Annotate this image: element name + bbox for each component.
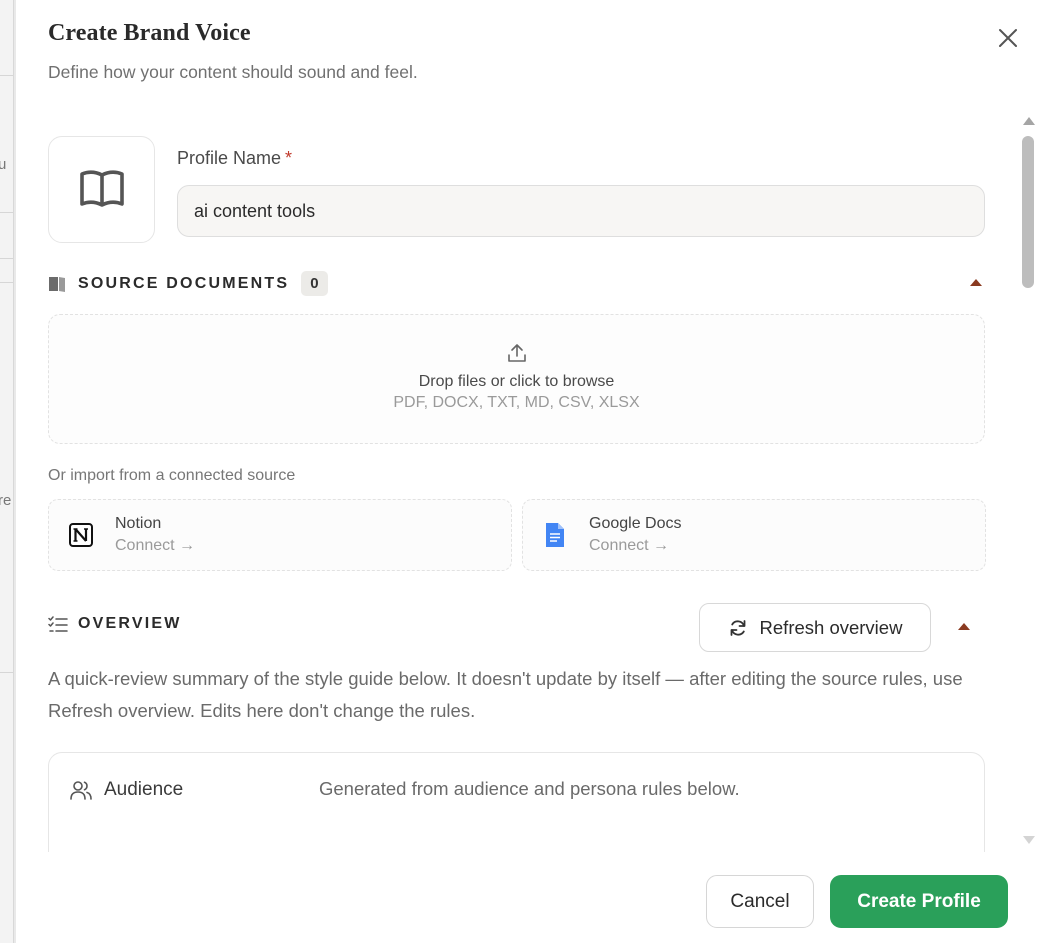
users-icon [70, 781, 92, 800]
google-docs-source-card[interactable]: Google Docs Connect → [522, 499, 986, 571]
background-divider [0, 258, 13, 259]
create-profile-button[interactable]: Create Profile [830, 875, 1008, 928]
background-app: u re [0, 0, 14, 943]
audience-text[interactable]: Generated from audience and persona rule… [319, 778, 740, 800]
refresh-overview-button[interactable]: Refresh overview [699, 603, 931, 652]
source-documents-header[interactable]: SOURCE DOCUMENTS 0 [48, 271, 328, 296]
scroll-down-arrow-icon[interactable] [1023, 836, 1035, 844]
audience-label: Audience [104, 779, 184, 800]
profile-name-input[interactable] [177, 185, 985, 237]
documents-icon [49, 276, 65, 292]
overview-title: OVERVIEW [78, 615, 182, 632]
notion-icon [63, 517, 99, 553]
collapse-overview-caret[interactable] [958, 623, 970, 630]
close-button[interactable] [994, 24, 1022, 52]
scroll-up-arrow-icon[interactable] [1023, 117, 1035, 125]
modal-subtitle: Define how your content should sound and… [48, 62, 418, 82]
source-documents-title: SOURCE DOCUMENTS [78, 274, 290, 292]
overview-card: Audience Generated from audience and per… [48, 752, 985, 852]
import-source-label: Or import from a connected source [48, 467, 296, 484]
book-icon [79, 169, 124, 207]
file-dropzone[interactable]: Drop files or click to browse PDF, DOCX,… [48, 314, 985, 444]
background-divider [0, 212, 13, 213]
overview-header[interactable]: OVERVIEW [48, 615, 182, 633]
notion-source-card[interactable]: Notion Connect → [48, 499, 512, 571]
background-text-fragment: u [0, 156, 6, 173]
modal-scroll-area[interactable]: Profile Name* SOURCE DOCUMENTS 0 Drop fi… [16, 108, 1016, 852]
refresh-overview-label: Refresh overview [759, 616, 903, 638]
profile-name-label: Profile Name * [177, 148, 292, 169]
google-docs-source-name: Google Docs [589, 515, 682, 532]
modal-footer: Cancel Create Profile [16, 852, 1054, 943]
background-divider [0, 282, 13, 283]
profile-icon-picker[interactable] [48, 136, 155, 243]
background-text-fragment: re [0, 492, 12, 509]
cancel-button[interactable]: Cancel [706, 875, 814, 928]
refresh-icon [730, 619, 745, 636]
overview-description: A quick-review summary of the style guid… [48, 668, 963, 721]
profile-name-label-text: Profile Name [177, 148, 282, 168]
modal-scrollbar[interactable] [1020, 112, 1038, 852]
create-brand-voice-modal: Create Brand Voice Define how your conte… [16, 0, 1054, 943]
required-mark: * [285, 148, 293, 168]
notion-source-name: Notion [115, 515, 162, 532]
checklist-icon [48, 616, 68, 632]
modal-title: Create Brand Voice [48, 20, 251, 46]
dropzone-instruction: Drop files or click to browse [418, 373, 615, 390]
collapse-source-documents-caret[interactable] [970, 279, 982, 286]
background-divider [0, 75, 13, 76]
google-docs-icon [537, 517, 573, 553]
notion-connect-link[interactable]: Connect → [115, 537, 195, 555]
scrollbar-thumb[interactable] [1022, 136, 1034, 288]
source-documents-count-badge: 0 [301, 271, 328, 296]
google-docs-connect-link[interactable]: Connect → [589, 537, 669, 555]
close-icon [999, 29, 1017, 47]
upload-icon [508, 344, 526, 362]
background-divider [0, 672, 13, 673]
dropzone-formats: PDF, DOCX, TXT, MD, CSV, XLSX [393, 394, 640, 411]
